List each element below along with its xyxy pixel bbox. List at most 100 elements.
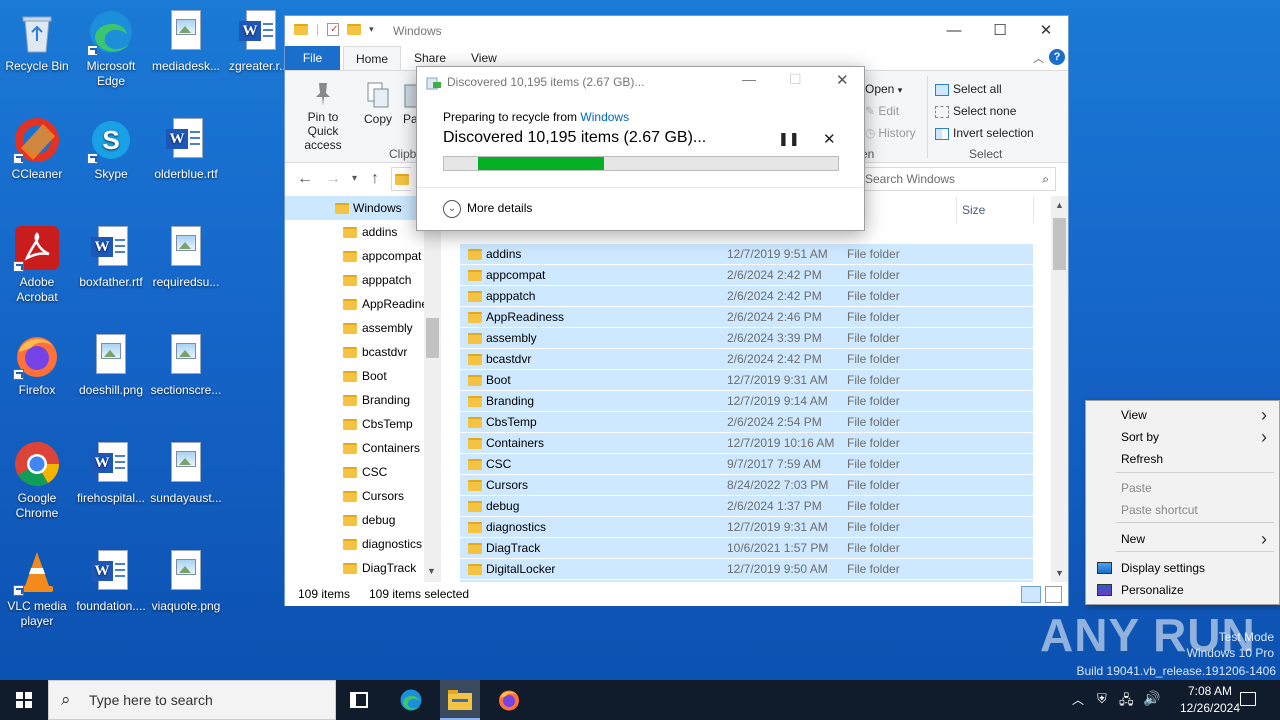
minimize-button[interactable]: — (931, 16, 977, 46)
invert-selection-button[interactable]: Invert selection (935, 123, 1034, 143)
taskbar-file-explorer-button[interactable] (440, 680, 480, 720)
up-arrow-icon[interactable]: ↑ (371, 170, 379, 188)
table-row[interactable]: Cursors 8/24/2022 7:03 PM File folder (460, 475, 1033, 496)
pause-icon[interactable]: ❚❚ (778, 131, 800, 147)
select-none-button[interactable]: Select none (935, 101, 1016, 121)
forward-arrow-icon[interactable]: → (325, 170, 341, 188)
desktop-icon-foundation[interactable]: W foundation.... (74, 548, 148, 614)
new-folder-icon[interactable] (347, 23, 362, 35)
desktop-icon-firefox[interactable]: Firefox (0, 332, 74, 398)
nav-item-windows[interactable]: Windows (285, 196, 425, 220)
nav-item-folder[interactable]: Cursors (285, 484, 425, 508)
table-row[interactable]: AppReadiness 2/6/2024 2:46 PM File folder (460, 307, 1033, 328)
more-details-button[interactable]: ⌄ More details (443, 200, 532, 218)
taskbar-firefox-icon[interactable] (497, 688, 521, 715)
scroll-up-icon[interactable]: ▲ (1055, 200, 1064, 210)
desktop-icon-boxfather[interactable]: W boxfather.rtf (74, 224, 148, 290)
tab-file[interactable]: File (285, 46, 340, 70)
properties-icon[interactable]: ✓ (327, 22, 340, 36)
back-arrow-icon[interactable]: ← (297, 170, 313, 188)
taskbar-edge-icon[interactable] (399, 688, 423, 715)
large-icons-view-icon[interactable] (1045, 586, 1062, 603)
context-menu-item-sort-by[interactable]: Sort by › (1087, 426, 1279, 448)
nav-item-folder[interactable]: diagnostics (285, 532, 425, 556)
desktop-icon-adobe-acrobat[interactable]: Adobe Acrobat (0, 224, 74, 305)
context-menu-item-paste-shortcut[interactable]: Paste shortcut (1087, 499, 1279, 521)
desktop-icon-skype[interactable]: S Skype (74, 116, 148, 182)
nav-item-folder[interactable]: addins (285, 220, 425, 244)
table-row[interactable]: bcastdvr 2/6/2024 2:42 PM File folder (460, 349, 1033, 370)
scroll-thumb[interactable] (1053, 218, 1066, 270)
tab-home[interactable]: Home (343, 46, 402, 70)
history-button[interactable]: ◷ History (865, 123, 916, 143)
nav-item-folder[interactable]: apppatch (285, 268, 425, 292)
nav-item-folder[interactable]: bcastdvr (285, 340, 425, 364)
table-row[interactable]: diagnostics 12/7/2019 9:31 AM File folder (460, 517, 1033, 538)
context-menu-item-view[interactable]: View › (1087, 404, 1279, 426)
nav-item-folder[interactable]: DiagTrack (285, 556, 425, 580)
address-bar[interactable] (391, 167, 411, 191)
table-row[interactable]: Branding 12/7/2019 9:14 AM File folder (460, 391, 1033, 412)
search-input[interactable]: Search Windows ⌕ (860, 167, 1056, 191)
delete-progress-dialog[interactable]: Discovered 10,195 items (2.67 GB)... — ☐… (416, 66, 865, 231)
cancel-icon[interactable]: ✕ (823, 130, 836, 148)
nav-item-folder[interactable]: Containers (285, 436, 425, 460)
desktop-icon-doeshill[interactable]: doeshill.png (74, 332, 148, 398)
edit-button[interactable]: ✎ Edit (865, 101, 899, 121)
taskbar-search-box[interactable]: ⌕ Type here to search (48, 680, 336, 720)
nav-item-folder[interactable]: Boot (285, 364, 425, 388)
close-button[interactable]: ✕ (1023, 16, 1069, 46)
collapse-ribbon-icon[interactable]: ︿ (1033, 50, 1044, 66)
help-icon[interactable]: ? (1049, 49, 1065, 65)
dialog-minimize-button[interactable]: — (742, 71, 756, 87)
select-all-button[interactable]: Select all (935, 79, 1002, 99)
nav-item-folder[interactable]: CbsTemp (285, 412, 425, 436)
nav-item-folder[interactable]: Branding (285, 388, 425, 412)
table-row[interactable]: Containers 12/7/2019 10:16 AM File folder (460, 433, 1033, 454)
desktop-icon-mediadesk[interactable]: mediadesk... (149, 8, 223, 74)
desktop-icon-ccleaner[interactable]: CCleaner (0, 116, 74, 182)
navigation-scrollbar[interactable]: ▼ (424, 196, 441, 582)
network-icon[interactable]: 🖧 (1119, 691, 1134, 713)
source-folder-link[interactable]: Windows (580, 110, 629, 124)
table-row[interactable]: CSC 9/7/2017 7:59 AM File folder (460, 454, 1033, 475)
table-row[interactable]: CbsTemp 2/6/2024 2:54 PM File folder (460, 412, 1033, 433)
scroll-down-icon[interactable]: ▼ (1055, 568, 1064, 578)
table-row[interactable]: DiagTrack 10/6/2021 1:57 PM File folder (460, 538, 1033, 559)
nav-item-folder[interactable]: appcompat (285, 244, 425, 268)
volume-icon[interactable]: 🔊 (1143, 690, 1160, 707)
desktop-icon-olderblue[interactable]: W olderblue.rtf (149, 116, 223, 182)
nav-item-folder[interactable]: assembly (285, 316, 425, 340)
desktop-icon-vlc[interactable]: VLC media player (0, 548, 74, 629)
desktop-icon-google-chrome[interactable]: Google Chrome (0, 440, 74, 521)
scroll-down-icon[interactable]: ▼ (427, 566, 436, 576)
pin-to-quick-access-button[interactable]: Pin to Quick access (289, 81, 357, 152)
paste-button[interactable]: Pa (403, 81, 417, 126)
title-bar[interactable]: | ✓ ▾ Windows — ☐ ✕ (285, 16, 1068, 46)
nav-item-folder[interactable]: AppReadine (285, 292, 425, 316)
context-menu-item-paste[interactable]: Paste (1087, 477, 1279, 499)
desktop-icon-firehospital[interactable]: W firehospital... (74, 440, 148, 506)
context-menu-item-new[interactable]: New › (1087, 528, 1279, 550)
context-menu-item-refresh[interactable]: Refresh (1087, 448, 1279, 470)
nav-item-folder[interactable]: debug (285, 508, 425, 532)
table-row[interactable]: DigitalLocker 12/7/2019 9:50 AM File folde… (460, 559, 1033, 580)
table-row[interactable]: Downloaded Program Files12/7/2019 9:14 A… (460, 580, 1033, 582)
desktop-icon-sundayaust[interactable]: sundayaust... (149, 440, 223, 506)
dialog-close-button[interactable]: ✕ (836, 71, 849, 89)
details-view-icon[interactable] (1021, 586, 1041, 603)
file-list-scrollbar[interactable]: ▲ ▼ (1051, 196, 1068, 582)
desktop-icon-viaquote[interactable]: viaquote.png (149, 548, 223, 614)
table-row[interactable]: appcompat 2/6/2024 2:42 PM File folder (460, 265, 1033, 286)
scroll-thumb[interactable] (426, 318, 439, 358)
table-row[interactable]: assembly 2/6/2024 3:39 PM File folder (460, 328, 1033, 349)
table-row[interactable]: debug 2/6/2024 1:37 PM File folder (460, 496, 1033, 517)
task-view-icon[interactable] (350, 692, 368, 708)
recent-locations-icon[interactable]: ▾ (352, 173, 357, 184)
desktop-icon-requiredsu[interactable]: requiredsu... (149, 224, 223, 290)
table-row[interactable]: apppatch 2/6/2024 2:42 PM File folder (460, 286, 1033, 307)
desktop-icon-sectionscre[interactable]: sectionscre... (149, 332, 223, 398)
security-tray-icon[interactable]: ⛨ (1097, 691, 1107, 707)
context-menu-item-personalize[interactable]: Personalize (1087, 579, 1279, 601)
copy-button[interactable]: Copy (361, 81, 395, 126)
